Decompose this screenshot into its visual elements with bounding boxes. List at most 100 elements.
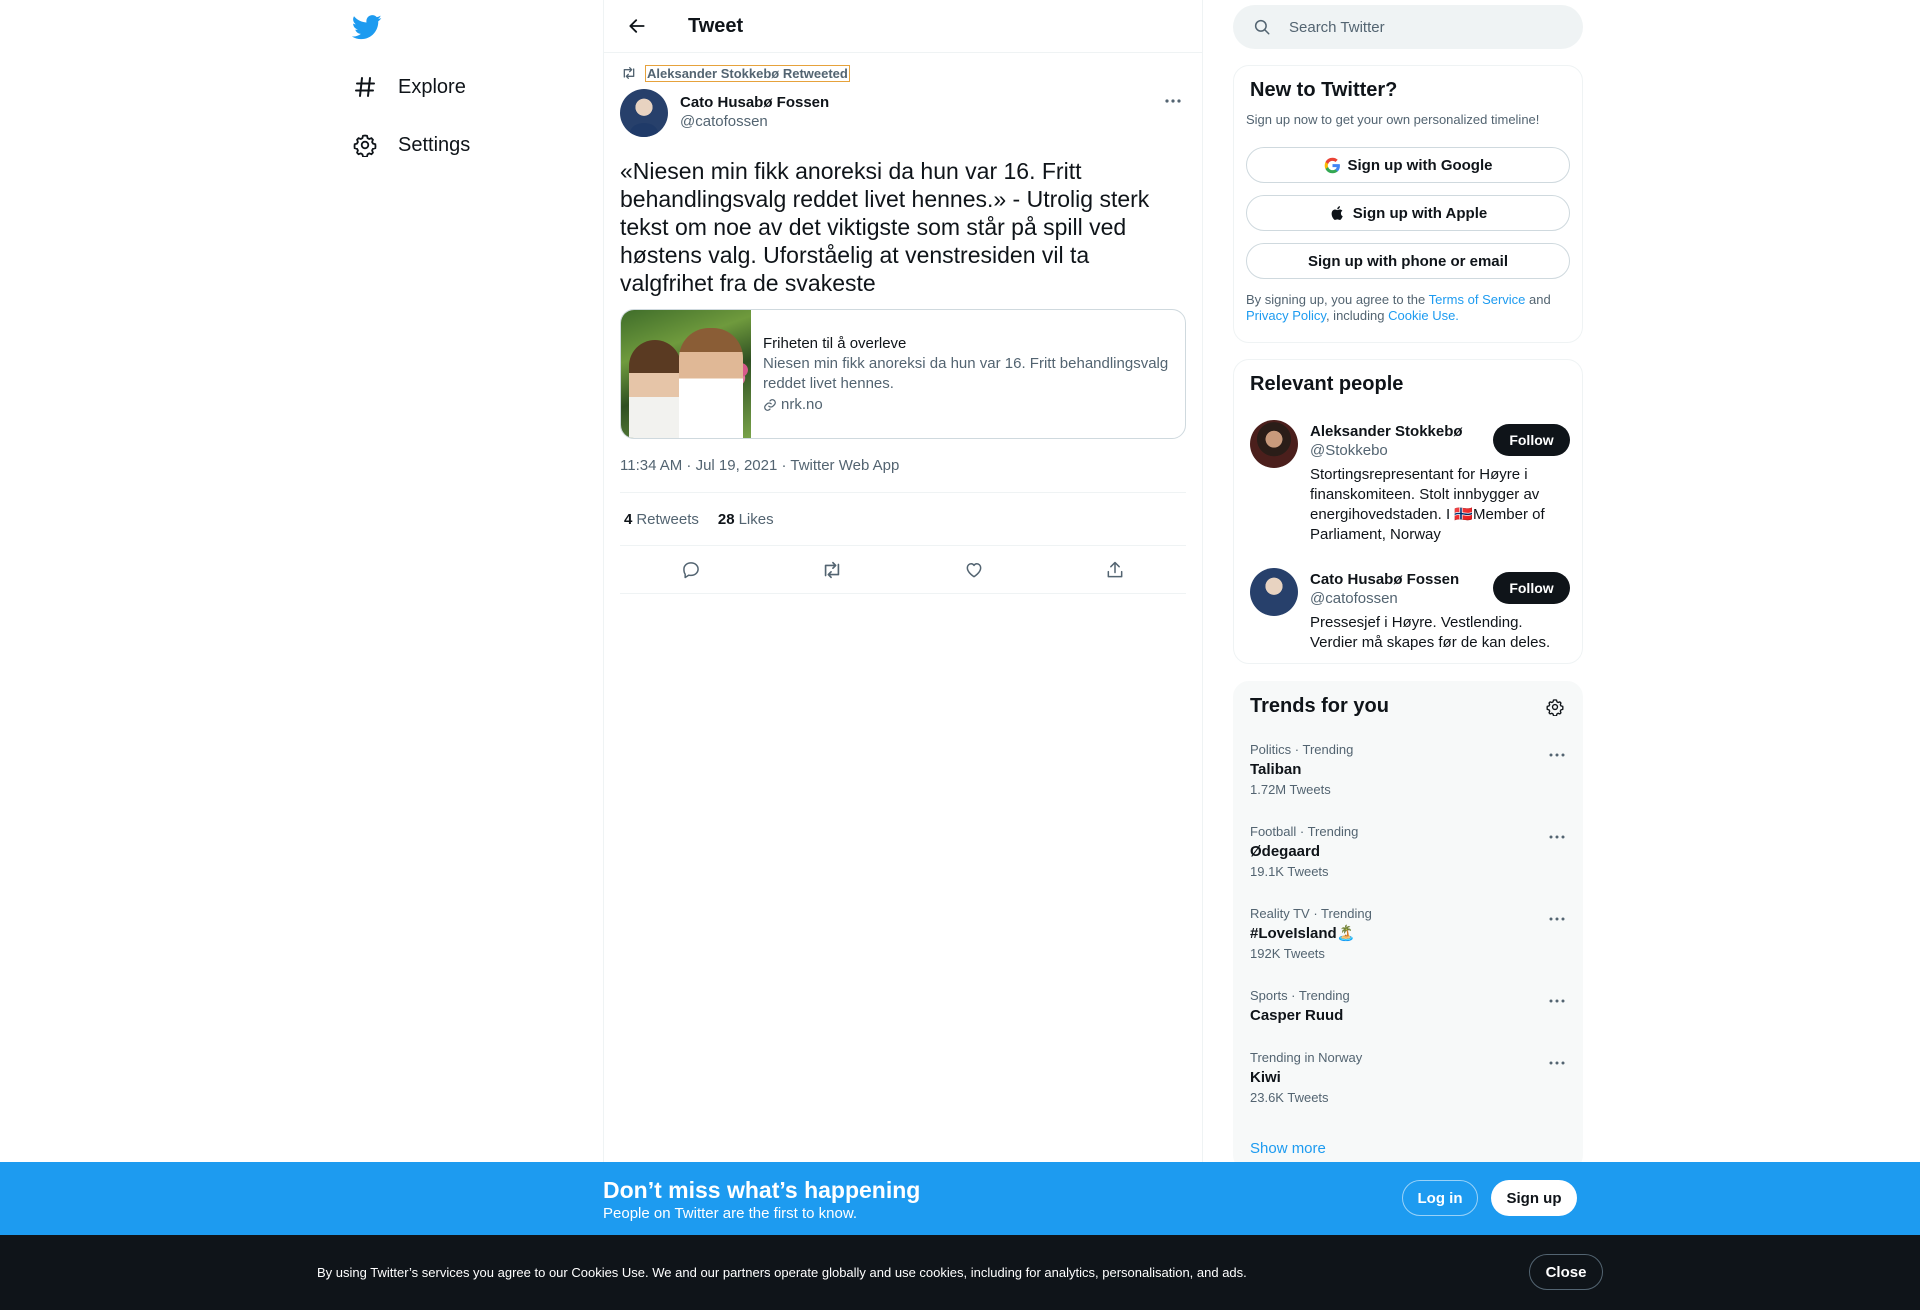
new-to-twitter-subtitle: Sign up now to get your own personalized… xyxy=(1246,112,1540,127)
retweets-label: Retweets xyxy=(636,510,699,528)
nav-settings[interactable]: Settings xyxy=(352,125,470,165)
retweets-stat[interactable]: 4 Retweets xyxy=(624,511,699,528)
privacy-link[interactable]: Privacy Policy xyxy=(1246,308,1326,323)
cookie-close-button[interactable]: Close xyxy=(1529,1254,1603,1290)
more-options-icon[interactable] xyxy=(1546,1056,1568,1070)
person-handle[interactable]: @catofossen xyxy=(1310,589,1398,609)
tweet-actions xyxy=(620,546,1186,594)
trend-name: Taliban xyxy=(1250,761,1302,778)
more-options-icon[interactable] xyxy=(1546,994,1568,1008)
more-options-icon[interactable] xyxy=(1546,912,1568,926)
main-header: Tweet xyxy=(604,0,1202,53)
trend-count: 1.72M Tweets xyxy=(1250,782,1331,797)
trend-name: Ødegaard xyxy=(1250,843,1321,860)
trend-name: Casper Ruud xyxy=(1250,1007,1344,1024)
avatar[interactable] xyxy=(620,89,668,137)
trend-name: Kiwi xyxy=(1250,1069,1281,1086)
avatar[interactable] xyxy=(1250,568,1298,616)
tweet-stats: 4 Retweets 28 Likes xyxy=(620,493,1186,546)
more-options-icon[interactable] xyxy=(1546,830,1568,844)
more-options-icon[interactable] xyxy=(1546,748,1568,762)
signup-button[interactable]: Sign up xyxy=(1491,1180,1577,1216)
retweet-action-icon[interactable] xyxy=(815,553,849,587)
person-card[interactable]: Aleksander Stokkebø @Stokkebo Follow Sto… xyxy=(1250,420,1570,550)
person-handle[interactable]: @Stokkebo xyxy=(1310,441,1388,461)
twitter-bird-icon[interactable] xyxy=(351,12,382,42)
legal-including: , including xyxy=(1325,308,1389,323)
trend-item[interactable]: Trending in Norway Kiwi 23.6K Tweets xyxy=(1250,1050,1568,1106)
trend-item[interactable]: Sports · Trending Casper Ruud xyxy=(1250,988,1568,1026)
signup-apple-label: Sign up with Apple xyxy=(1352,204,1488,222)
follow-button[interactable]: Follow xyxy=(1493,424,1570,456)
trend-item[interactable]: Reality TV · Trending #LoveIsland🏝️ 192K… xyxy=(1250,906,1568,962)
page-title: Tweet xyxy=(688,14,744,37)
card-title: Friheten til å overleve xyxy=(763,335,907,352)
card-image xyxy=(621,310,751,438)
link-icon xyxy=(763,397,779,413)
retweeted-by-link[interactable]: Aleksander Stokkebø Retweeted xyxy=(645,64,850,82)
signup-apple-button[interactable]: Sign up with Apple xyxy=(1246,195,1570,231)
follow-button[interactable]: Follow xyxy=(1493,572,1570,604)
trend-meta: Sports · Trending xyxy=(1250,988,1350,1003)
search-input[interactable] xyxy=(1289,18,1559,36)
signup-google-button[interactable]: Sign up with Google xyxy=(1246,147,1570,183)
trends-title: Trends for you xyxy=(1250,695,1389,717)
retweet-context: Aleksander Stokkebø Retweeted xyxy=(620,63,1186,83)
tweet-author: Cato Husabø Fossen @catofossen xyxy=(620,89,1186,137)
signup-google-label: Sign up with Google xyxy=(1347,156,1493,174)
main-column: Tweet Aleksander Stokkebø Retweeted Cato… xyxy=(603,0,1203,1310)
share-icon[interactable] xyxy=(1098,553,1132,587)
cookie-link[interactable]: Cookie Use. xyxy=(1388,308,1459,323)
legal-prefix: By signing up, you agree to the xyxy=(1246,292,1429,307)
back-arrow-icon[interactable] xyxy=(620,9,654,43)
avatar[interactable] xyxy=(1250,420,1298,468)
card-domain: nrk.no xyxy=(763,394,1173,416)
person-card[interactable]: Cato Husabø Fossen @catofossen Follow Pr… xyxy=(1250,568,1570,658)
likes-count: 28 xyxy=(717,510,735,528)
relevant-people-panel: Relevant people Aleksander Stokkebø @Sto… xyxy=(1233,359,1583,664)
signup-banner-title: Don’t miss what’s happening xyxy=(603,1177,921,1203)
trend-count: 19.1K Tweets xyxy=(1250,864,1329,879)
nav-explore-label: Explore xyxy=(398,75,466,98)
relevant-people-title: Relevant people xyxy=(1250,373,1404,395)
show-more-link[interactable]: Show more xyxy=(1250,1140,1326,1157)
signup-banner-subtitle: People on Twitter are the first to know. xyxy=(603,1205,858,1222)
author-handle[interactable]: @catofossen xyxy=(680,112,829,132)
gear-icon[interactable] xyxy=(1544,696,1566,718)
card-description: Niesen min fikk anoreksi da hun var 16. … xyxy=(763,355,1169,392)
likes-stat[interactable]: 28 Likes xyxy=(718,511,774,528)
gear-icon xyxy=(352,132,378,158)
retweets-count: 4 xyxy=(624,510,633,528)
likes-label: Likes xyxy=(738,510,774,528)
signup-phone-email-button[interactable]: Sign up with phone or email xyxy=(1246,243,1570,279)
tweet: Aleksander Stokkebø Retweeted Cato Husab… xyxy=(604,63,1202,594)
tweet-timestamp[interactable]: 11:34 AM · Jul 19, 2021 · Twitter Web Ap… xyxy=(620,457,1186,493)
hashtag-icon xyxy=(352,74,378,100)
trend-meta: Politics · Trending xyxy=(1250,742,1354,757)
retweet-icon xyxy=(620,64,638,82)
trend-item[interactable]: Football · Trending Ødegaard 19.1K Tweet… xyxy=(1250,824,1568,880)
trend-item[interactable]: Politics · Trending Taliban 1.72M Tweets xyxy=(1250,742,1568,798)
new-to-twitter-title: New to Twitter? xyxy=(1250,79,1398,101)
login-button[interactable]: Log in xyxy=(1402,1180,1478,1216)
nav-explore[interactable]: Explore xyxy=(352,67,466,107)
tweet-text: «Niesen min fikk anoreksi da hun var 16.… xyxy=(620,158,1150,296)
trend-count: 23.6K Tweets xyxy=(1250,1090,1329,1105)
cookie-banner-text: By using Twitter’s services you agree to… xyxy=(317,1265,1247,1280)
link-card[interactable]: Friheten til å overleve Niesen min fikk … xyxy=(620,309,1186,439)
person-bio: Pressesjef i Høyre. Vestlending. Verdier… xyxy=(1310,614,1551,651)
author-name[interactable]: Cato Husabø Fossen xyxy=(680,93,829,112)
person-name[interactable]: Cato Husabø Fossen xyxy=(1310,570,1459,589)
signup-legal-text: By signing up, you agree to the Terms of… xyxy=(1246,292,1572,324)
person-bio: Stortingsrepresentant for Høyre i finans… xyxy=(1310,466,1545,543)
card-domain-text: nrk.no xyxy=(781,396,823,413)
like-icon[interactable] xyxy=(957,553,991,587)
trend-meta: Reality TV · Trending xyxy=(1250,906,1372,921)
reply-icon[interactable] xyxy=(674,553,708,587)
terms-link[interactable]: Terms of Service xyxy=(1429,292,1526,307)
person-name[interactable]: Aleksander Stokkebø xyxy=(1310,422,1463,441)
legal-and: and xyxy=(1525,292,1551,307)
google-icon xyxy=(1324,156,1342,174)
more-options-icon[interactable] xyxy=(1160,91,1186,111)
search-bar[interactable] xyxy=(1233,5,1583,49)
